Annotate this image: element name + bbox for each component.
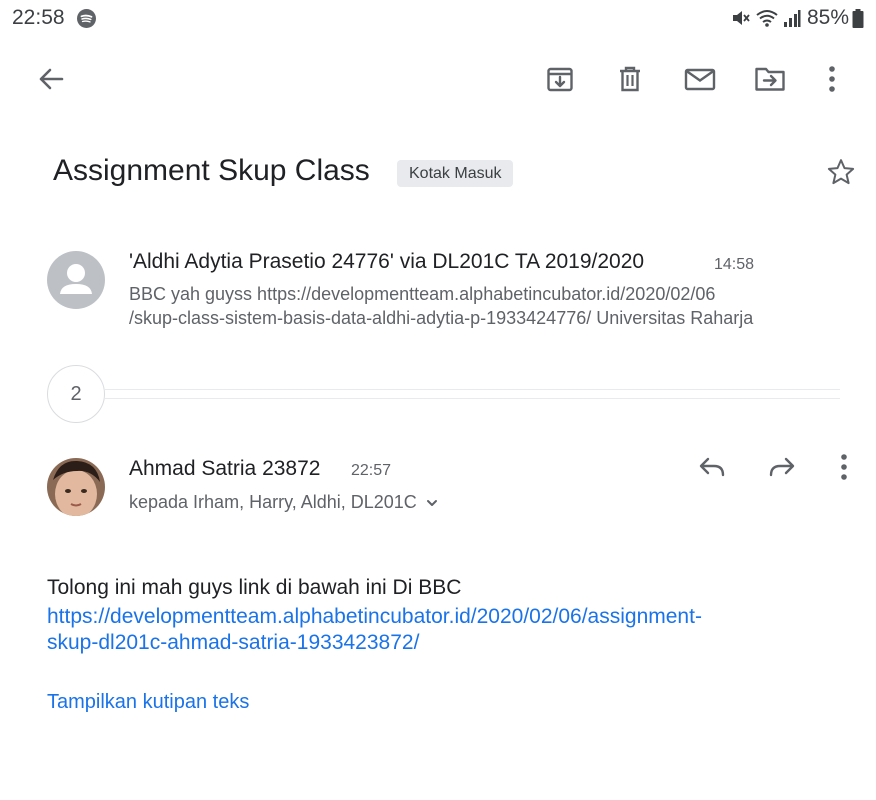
delete-icon xyxy=(616,65,644,98)
forward-button[interactable] xyxy=(760,447,804,491)
spotify-icon xyxy=(77,9,96,28)
reply-icon xyxy=(698,455,726,484)
collapsed-messages-count[interactable]: 2 xyxy=(47,365,105,423)
status-time: 22:58 xyxy=(12,6,65,29)
recipients-toggle[interactable]: kepada Irham, Harry, Aldhi, DL201C xyxy=(129,492,439,513)
message-time: 14:58 xyxy=(714,256,755,273)
back-arrow-icon xyxy=(37,65,65,98)
archive-button[interactable] xyxy=(538,59,582,103)
status-bar: 22:58 85% xyxy=(0,0,876,36)
message-sender[interactable]: Ahmad Satria 23872 xyxy=(129,457,320,481)
battery-percent: 85% xyxy=(807,6,850,29)
mark-unread-icon xyxy=(684,65,716,98)
show-quoted-text-link[interactable]: Tampilkan kutipan teks xyxy=(47,691,249,714)
avatar-photo-image xyxy=(47,458,105,516)
more-options-button[interactable] xyxy=(810,59,854,103)
chevron-down-icon xyxy=(425,496,439,510)
more-vert-icon xyxy=(840,453,848,486)
more-vert-icon xyxy=(828,65,836,98)
link-line: skup-dl201c-ahmad-satria-1933423872/ xyxy=(47,631,420,654)
forward-icon xyxy=(768,455,796,484)
snippet-line: BBC yah guyss https://developmentteam.al… xyxy=(129,284,716,304)
delete-button[interactable] xyxy=(608,59,652,103)
star-icon xyxy=(826,157,856,192)
back-button[interactable] xyxy=(29,59,73,103)
email-subject: Assignment Skup Class xyxy=(53,154,370,187)
message-snippet[interactable]: BBC yah guyss https://developmentteam.al… xyxy=(129,282,849,330)
message-time: 22:57 xyxy=(351,462,392,479)
inbox-label-chip[interactable]: Kotak Masuk xyxy=(397,160,514,187)
reply-button[interactable] xyxy=(690,447,734,491)
link-line: https://developmentteam.alphabetincubato… xyxy=(47,605,702,628)
recipients-text: kepada Irham, Harry, Aldhi, DL201C xyxy=(129,492,417,512)
wifi-icon xyxy=(755,8,779,33)
sender-avatar-photo[interactable] xyxy=(47,458,105,516)
mark-unread-button[interactable] xyxy=(678,59,722,103)
move-to-icon xyxy=(754,65,786,98)
star-button[interactable] xyxy=(822,155,860,193)
battery-icon xyxy=(852,9,864,33)
message-more-button[interactable] xyxy=(822,447,866,491)
message-body-link[interactable]: https://developmentteam.alphabetincubato… xyxy=(47,604,827,656)
snippet-line: /skup-class-sistem-basis-data-aldhi-adyt… xyxy=(129,308,754,328)
person-icon xyxy=(60,264,92,294)
move-to-button[interactable] xyxy=(748,59,792,103)
sender-avatar-default[interactable] xyxy=(47,251,105,309)
mute-icon xyxy=(731,8,751,33)
message-sender[interactable]: 'Aldhi Adytia Prasetio 24776' via DL201C… xyxy=(129,250,644,274)
signal-icon xyxy=(783,8,801,33)
archive-icon xyxy=(546,65,574,98)
message-body-text: Tolong ini mah guys link di bawah ini Di… xyxy=(47,576,462,599)
collapsed-messages-divider[interactable] xyxy=(105,389,840,399)
